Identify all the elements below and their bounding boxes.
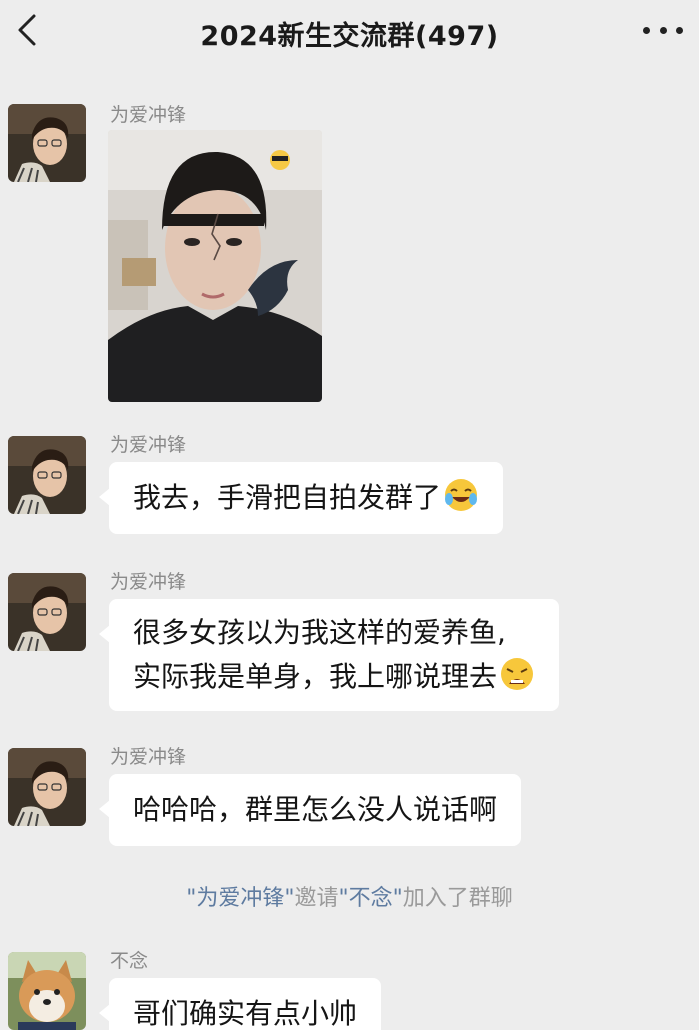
- young-man-avatar[interactable]: [8, 748, 86, 826]
- more-dots-icon: [643, 26, 650, 34]
- more-button[interactable]: [643, 18, 683, 42]
- message-text: 我去，手滑把自拍发群了: [133, 481, 442, 514]
- chat-title: 2024新生交流群(497): [200, 21, 499, 52]
- selfie-photo[interactable]: [108, 130, 322, 402]
- sender-name: 不念: [110, 950, 149, 972]
- message-text-line: 实际我是单身，我上哪说理去: [133, 660, 498, 693]
- sender-name: 为爱冲锋: [110, 104, 187, 126]
- shiba-dog-avatar[interactable]: [8, 952, 86, 1030]
- laughing-tears-emoji: [445, 479, 478, 511]
- system-notice: "为爱冲锋"邀请"不念"加入了群聊: [186, 886, 513, 911]
- message-text: 哈哈哈，群里怎么没人说话啊: [133, 793, 498, 826]
- inviter-name[interactable]: "为爱冲锋": [186, 886, 294, 911]
- message-bubble[interactable]: 我去，手滑把自拍发群了: [98, 462, 504, 534]
- chat-header: 2024新生交流群(497): [0, 0, 699, 62]
- message-bubble[interactable]: 哈哈哈，群里怎么没人说话啊: [98, 774, 522, 846]
- invitee-name[interactable]: "不念": [339, 886, 403, 911]
- message-text: 哥们确实有点小帅: [133, 997, 358, 1030]
- young-man-avatar[interactable]: [8, 104, 86, 182]
- young-man-avatar[interactable]: [8, 436, 86, 514]
- message-bubble[interactable]: 哥们确实有点小帅: [98, 978, 382, 1030]
- sender-name: 为爱冲锋: [110, 434, 187, 456]
- weary-emoji: [501, 658, 534, 690]
- sender-name: 为爱冲锋: [110, 746, 187, 768]
- young-man-avatar[interactable]: [8, 573, 86, 651]
- message-text-line: 很多女孩以为我这样的爱养鱼,: [133, 616, 506, 649]
- sender-name: 为爱冲锋: [110, 571, 187, 593]
- message-bubble[interactable]: 很多女孩以为我这样的爱养鱼, 实际我是单身，我上哪说理去: [98, 599, 560, 711]
